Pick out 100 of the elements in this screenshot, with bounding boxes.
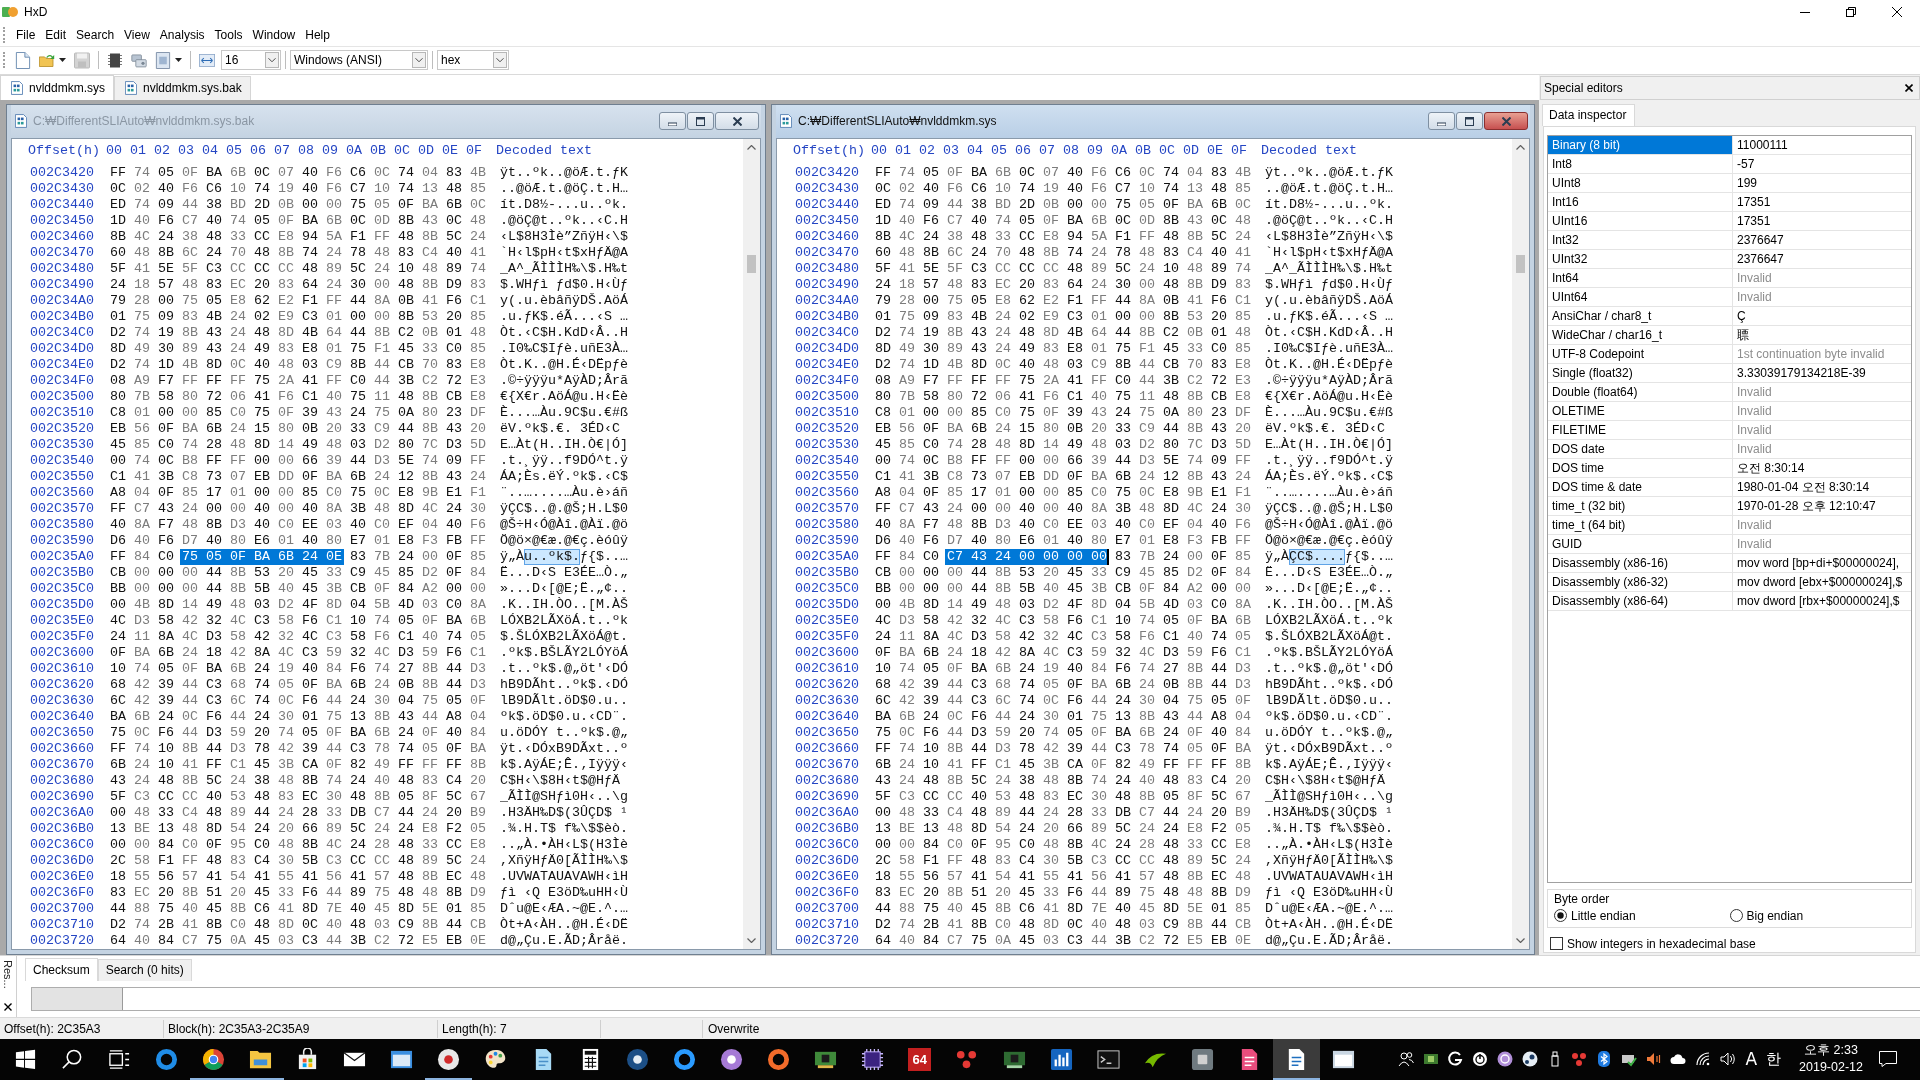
menu-item[interactable]: Analysis xyxy=(154,25,210,44)
disks-icon[interactable] xyxy=(131,51,147,69)
menu-item[interactable]: Tools xyxy=(209,25,248,44)
field-name[interactable]: time_t (64 bit) xyxy=(1548,515,1733,534)
scrollbar-thumb[interactable] xyxy=(1516,254,1525,273)
field-name[interactable]: Double (float64) xyxy=(1548,382,1733,401)
field-name[interactable]: DOS time & date xyxy=(1548,477,1733,496)
notification-icon[interactable] xyxy=(1879,1051,1897,1068)
row-offset: 002C35F0 xyxy=(795,628,859,645)
field-name[interactable]: UInt8 xyxy=(1548,173,1733,192)
panel-tab[interactable]: Checksum xyxy=(25,957,98,981)
scroll-down-icon[interactable] xyxy=(747,937,756,943)
clock-time[interactable]: 오후 2:33 xyxy=(1804,1042,1858,1060)
new-file-icon[interactable] xyxy=(15,51,31,69)
field-name[interactable]: time_t (32 bit) xyxy=(1548,496,1733,515)
language-indicator[interactable]: 한 xyxy=(1766,1050,1782,1069)
hex-bytes: 8B 4C 24 38 48 33 CC E8 94 5A F1 FF 48 8B 5C 24 xyxy=(110,228,486,245)
menu-item[interactable]: Edit xyxy=(40,25,72,44)
field-name[interactable]: Int16 xyxy=(1548,192,1733,211)
column-width-icon[interactable] xyxy=(199,51,215,69)
close-icon[interactable] xyxy=(1892,6,1902,17)
field-name[interactable]: UInt64 xyxy=(1548,287,1733,306)
decoded-text: ƒì ‹Q E3öD‰uHH‹Ù xyxy=(1265,884,1393,901)
menu-item[interactable]: Help xyxy=(300,25,335,44)
dots-icon[interactable] xyxy=(1571,1051,1588,1068)
radio-label[interactable]: Big endian xyxy=(1746,908,1804,923)
row-offset: 002C36E0 xyxy=(795,868,859,885)
restore-icon[interactable] xyxy=(1846,6,1856,17)
checkbox-label[interactable]: Show integers in hexadecimal base xyxy=(1567,936,1756,951)
close-button[interactable] xyxy=(1484,112,1528,131)
people-icon[interactable] xyxy=(1397,1051,1414,1068)
field-name[interactable]: Disassembly (x86-16) xyxy=(1548,553,1733,572)
field-name[interactable]: DOS time xyxy=(1548,458,1733,477)
field-name[interactable]: Disassembly (x86-32) xyxy=(1548,572,1733,591)
field-name[interactable]: OLETIME xyxy=(1548,401,1733,420)
row-offset: 002C36E0 xyxy=(30,868,94,885)
field-name[interactable]: Disassembly (x86-64) xyxy=(1548,591,1733,610)
field-name[interactable]: GUID xyxy=(1548,534,1733,553)
field-name[interactable]: UInt16 xyxy=(1548,211,1733,230)
scroll-up-icon[interactable] xyxy=(1516,144,1525,150)
wifi-icon[interactable] xyxy=(1695,1051,1712,1068)
field-name[interactable]: UTF-8 Codepoint xyxy=(1548,344,1733,363)
radio-label[interactable]: Little endian xyxy=(1571,908,1636,923)
field-name[interactable]: UInt32 xyxy=(1548,249,1733,268)
menu-item[interactable]: Search xyxy=(71,25,120,44)
caret-icon[interactable] xyxy=(175,58,182,63)
memory-chip-icon[interactable] xyxy=(107,51,123,69)
hex-bytes: 24 11 8A 4C D3 58 42 32 4C C3 58 F6 C1 40 74 05 xyxy=(110,628,486,645)
vertical-scrollbar[interactable] xyxy=(743,138,760,949)
maximize-button[interactable] xyxy=(1456,112,1483,131)
scroll-up-icon[interactable] xyxy=(747,144,756,150)
power-icon[interactable] xyxy=(1472,1051,1489,1068)
field-name[interactable]: Int32 xyxy=(1548,230,1733,249)
volume-icon[interactable] xyxy=(1720,1051,1736,1068)
ring-logo-icon[interactable] xyxy=(1447,1051,1464,1068)
round-logo-icon[interactable] xyxy=(1497,1051,1513,1068)
row-offset: 002C3570 xyxy=(795,500,859,517)
field-name[interactable]: FILETIME xyxy=(1548,420,1733,439)
close-button[interactable] xyxy=(715,112,759,131)
menu-item[interactable]: File xyxy=(11,25,41,44)
taskbar-button[interactable] xyxy=(1273,1039,1321,1080)
field-name[interactable]: Binary (8 bit) xyxy=(1548,135,1733,154)
field-name[interactable]: Int8 xyxy=(1548,154,1733,173)
caret-icon[interactable] xyxy=(59,58,66,63)
hex-bytes: 2C 58 F1 FF 48 83 C4 30 5B C3 CC CC 48 89 5C 24 xyxy=(110,852,486,869)
field-name[interactable]: Int64 xyxy=(1548,268,1733,287)
decoded-text: hB9DÃht..ºk$.‹DÓ xyxy=(500,676,628,693)
file-tab[interactable]: nvlddmkm.sys.bak xyxy=(114,75,251,100)
maximize-button[interactable] xyxy=(687,112,714,131)
bluetooth-icon[interactable] xyxy=(1596,1051,1613,1068)
round-logo-icon[interactable] xyxy=(1521,1051,1538,1068)
menu-item[interactable]: View xyxy=(119,25,155,44)
hex-bytes: 6C 42 39 44 C3 6C 74 0C F6 44 24 30 04 75 05 0F xyxy=(875,692,1251,709)
encoding-dropdown[interactable]: Windows (ANSI) xyxy=(290,50,428,71)
field-name[interactable]: Single (float32) xyxy=(1548,363,1733,382)
scrollbar-thumb[interactable] xyxy=(747,254,756,273)
field-name[interactable]: WideChar / char16_t xyxy=(1548,325,1733,344)
close-icon[interactable] xyxy=(1905,83,1913,92)
field-name[interactable]: DOS date xyxy=(1548,439,1733,458)
checkbox[interactable] xyxy=(1550,937,1563,951)
taskbar-button[interactable]: 64 xyxy=(896,1039,944,1080)
offset-base-dropdown[interactable]: hex xyxy=(437,50,509,71)
bytes-per-row-dropdown[interactable]: 16 xyxy=(221,50,281,71)
radio-button[interactable] xyxy=(1554,909,1567,923)
decoded-text: .¾.H.T$ f‰\$$èò. xyxy=(1265,820,1393,837)
panel-tab[interactable]: Search (0 hits) xyxy=(97,958,192,981)
panel-tab[interactable]: Data inspector xyxy=(1542,103,1636,126)
clock-date[interactable]: 2019-02-12 xyxy=(1799,1059,1863,1077)
decoded-text: .©÷ÿÿÿu*AÿÀD;Ârã xyxy=(500,372,628,389)
close-icon[interactable] xyxy=(4,1003,12,1012)
vertical-scrollbar[interactable] xyxy=(1512,138,1529,949)
column-header: 0F xyxy=(1231,142,1247,159)
radio-button[interactable] xyxy=(1729,909,1743,923)
file-tab[interactable]: nvlddmkm.sys xyxy=(0,74,114,100)
input-mode-indicator[interactable]: A xyxy=(1745,1049,1758,1070)
menu-item[interactable]: Window xyxy=(247,25,301,44)
field-name[interactable]: AnsiChar / char8_t xyxy=(1548,306,1733,325)
scroll-down-icon[interactable] xyxy=(1516,937,1525,943)
decoded-text: ¨..…....…Àu.è›áñ xyxy=(500,484,628,501)
row-offset: 002C35B0 xyxy=(30,564,94,581)
